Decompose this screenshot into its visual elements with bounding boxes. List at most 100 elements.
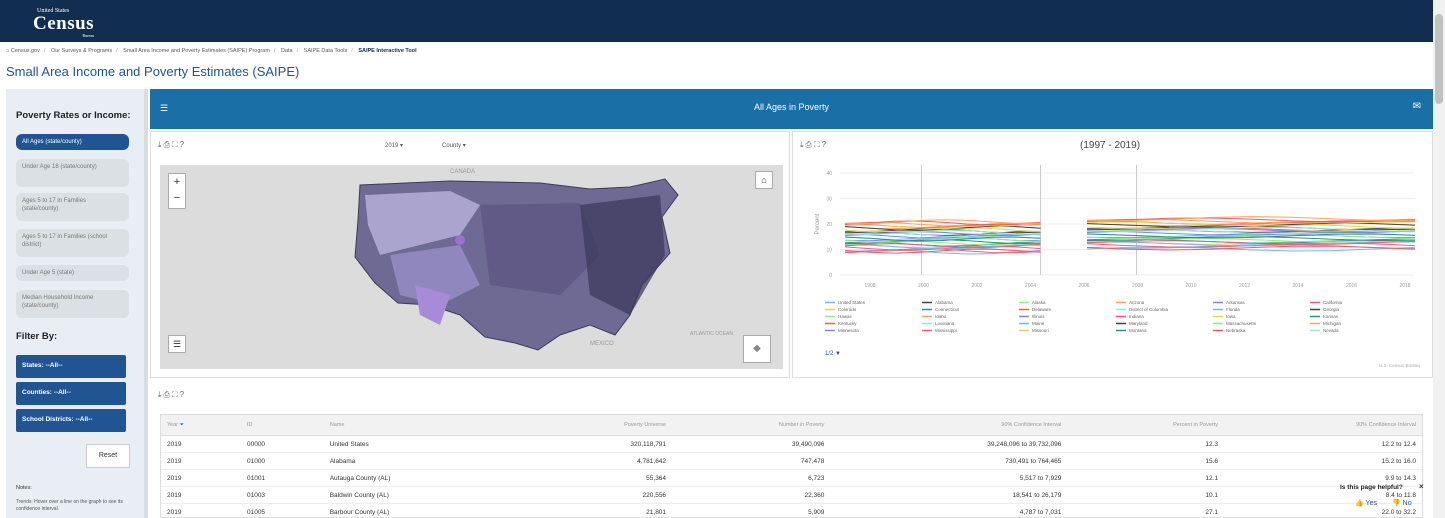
breadcrumb-item[interactable]: Data <box>281 48 293 54</box>
y-tick-label: 30 <box>826 197 832 203</box>
poverty-map[interactable]: MEXICO CANADA ATLANTIC OCEAN + − ⌂ ☰ ◆ <box>160 165 783 369</box>
census-logo[interactable]: United States Census Bureau <box>33 8 94 38</box>
table-row[interactable]: 2019 01003 Baldwin County (AL) 220,556 22,36… <box>161 486 1422 504</box>
x-tick-label: 2016 <box>1346 283 1357 289</box>
sidebar-collapse-handle[interactable] <box>144 89 148 518</box>
level-select[interactable]: County ▾ <box>442 142 466 149</box>
map-label-canada: CANADA <box>450 169 475 175</box>
legend-list-icon[interactable]: ☰ <box>168 335 186 353</box>
filter-icon[interactable]: ⏷ <box>180 422 184 428</box>
table-cell: Alabama <box>323 452 524 470</box>
data-table: Year ⏷ ID Name Poverty Universe Number in Po… <box>161 415 1422 517</box>
legend-item: Arizona <box>1129 300 1145 305</box>
email-icon[interactable]: ✉ <box>1413 101 1421 112</box>
feedback-no-button[interactable]: 👎 No <box>1392 499 1412 507</box>
x-tick-label: 2002 <box>971 283 982 289</box>
breadcrumb-item[interactable]: Census.gov <box>11 48 40 54</box>
trend-line-chart[interactable]: 0 10 20 30 40 Percent 1998 2000 2002 2004 2006 2008… <box>795 155 1430 375</box>
table-row[interactable]: 2019 01001 Autauga County (AL) 55,364 6,723 5… <box>161 469 1422 487</box>
breadcrumb-current: SAIPE Interactive Tool <box>358 48 417 54</box>
zoom-control: + − <box>168 173 186 209</box>
fullscreen-icon[interactable]: ⛶ <box>172 390 180 399</box>
legend-item: Missouri <box>1032 328 1049 333</box>
legend-item: California <box>1323 300 1343 305</box>
close-icon[interactable]: × <box>1419 482 1424 491</box>
table-cell: 00000 <box>240 435 324 453</box>
layers-icon[interactable]: ◆ <box>743 335 771 363</box>
x-tick-label: 2012 <box>1239 283 1250 289</box>
scrollbar-thumb[interactable] <box>1435 14 1443 104</box>
table-cell: 01005 <box>240 503 324 517</box>
page-scrollbar[interactable] <box>1433 0 1445 518</box>
table-column-header[interactable]: Poverty Universe <box>523 415 673 436</box>
table-row[interactable]: 2019 01000 Alabama 4,781,642 747,478 730,491 … <box>161 452 1422 470</box>
table-cell: 01000 <box>240 452 324 470</box>
help-icon[interactable]: ? <box>822 140 828 149</box>
year-select[interactable]: 2019 ▾ <box>385 142 403 149</box>
table-cell: 2019 <box>161 452 241 470</box>
zoom-in-button[interactable]: + <box>169 174 185 190</box>
thumbs-up-icon: 👍 <box>1355 500 1364 507</box>
counties-filter-button[interactable]: Counties: --All-- <box>16 382 126 405</box>
table-cell: 39,490,096 <box>672 435 831 453</box>
table-column-header[interactable]: ID <box>240 415 324 436</box>
feedback-no-label: No <box>1402 500 1412 507</box>
year-header-label: Year <box>167 421 179 428</box>
table-column-header[interactable]: 90% Confidence Interval <box>1224 415 1422 436</box>
legend-item: Connecticut <box>935 307 960 312</box>
option-ages-5-17-school[interactable]: Ages 5 to 17 in Families (school distric… <box>16 229 129 257</box>
feedback-yes-label: Yes <box>1365 500 1377 507</box>
print-icon[interactable]: ⎙ <box>164 140 172 149</box>
option-under-18[interactable]: Under Age 18 (state/county) <box>16 159 129 187</box>
breadcrumb-item[interactable]: SAIPE Data Tools <box>304 48 348 54</box>
table-column-header[interactable]: Name <box>323 415 524 436</box>
breadcrumb-item[interactable]: Our Surveys & Programs <box>51 48 112 54</box>
option-under-5[interactable]: Under Age 5 (state) <box>16 265 129 281</box>
option-ages-5-17-state[interactable]: Ages 5 to 17 in Families (state/county) <box>16 193 129 221</box>
fullscreen-icon[interactable]: ⛶ <box>172 140 180 149</box>
level-select-value: County <box>442 143 462 149</box>
table-cell: 4,781,642 <box>523 452 673 470</box>
help-icon[interactable]: ? <box>180 390 186 399</box>
table-column-header[interactable]: Year ⏷ <box>161 415 241 436</box>
home-icon[interactable]: ⌂ <box>755 171 773 189</box>
option-median-income[interactable]: Median Household Income (state/county) <box>16 290 129 318</box>
legend-item: Michigan <box>1323 321 1342 326</box>
main-title-bar: ☰ All Ages in Poverty ✉ <box>150 89 1433 129</box>
print-icon[interactable]: ⎙ <box>806 140 814 149</box>
option-all-ages[interactable]: All Ages (state/county) <box>16 134 129 150</box>
legend-item: Kansas <box>1323 314 1339 319</box>
table-cell: 2019 <box>161 435 241 453</box>
table-row[interactable]: 2019 01005 Barbour County (AL) 21,801 5,909 4… <box>161 503 1422 517</box>
y-tick-label: 20 <box>826 222 832 228</box>
help-icon[interactable]: ? <box>180 140 186 149</box>
notes-title: Notes: <box>16 485 32 491</box>
table-cell: 220,556 <box>523 486 673 504</box>
legend-item: Georgia <box>1323 307 1340 312</box>
school-districts-filter-button[interactable]: School Districts: --All-- <box>16 409 126 432</box>
table-cell: Barbour County (AL) <box>323 503 524 517</box>
x-tick-label: 1998 <box>864 283 875 289</box>
legend-item: Louisiana <box>935 321 955 326</box>
zoom-out-button[interactable]: − <box>169 190 185 206</box>
feedback-yes-button[interactable]: 👍 Yes <box>1355 499 1377 507</box>
table-cell: 12.2 to 12.4 <box>1224 435 1422 453</box>
table-cell: 15.6 <box>1067 452 1224 470</box>
legend-item: Colorado <box>838 307 857 312</box>
states-filter-button[interactable]: States: --All-- <box>16 355 126 378</box>
legend-item: United States <box>838 300 866 305</box>
table-row[interactable]: 2019 00000 United States 320,118,791 39,490,… <box>161 435 1422 453</box>
table-cell: 10.1 <box>1067 486 1224 504</box>
table-column-header[interactable]: 90% Confidence Interval <box>830 415 1068 436</box>
breadcrumb-item[interactable]: Small Area Income and Poverty Estimates … <box>123 48 270 54</box>
reset-button[interactable]: Reset <box>86 444 130 468</box>
map-label-ocean: ATLANTIC OCEAN <box>690 331 733 337</box>
fullscreen-icon[interactable]: ⛶ <box>814 140 822 149</box>
legend-pager: 1/2 ▼ <box>825 351 841 357</box>
logo-main-text: Census <box>33 13 95 34</box>
table-column-header[interactable]: Percent in Poverty <box>1067 415 1224 436</box>
table-column-header[interactable]: Number in Poverty <box>672 415 831 436</box>
table-cell: 21,801 <box>523 503 673 517</box>
y-tick-label: 0 <box>829 273 832 279</box>
print-icon[interactable]: ⎙ <box>164 390 172 399</box>
